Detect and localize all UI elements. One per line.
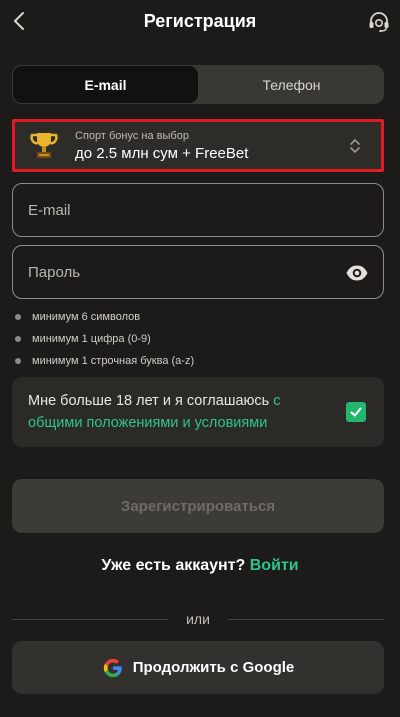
consent-checkbox[interactable] [346,402,366,422]
age-consent: Мне больше 18 лет и я соглашаюсь с общим… [12,377,384,447]
password-rules: минимум 6 символов минимум 1 цифра (0-9)… [15,306,194,372]
tab-phone[interactable]: Телефон [199,65,384,104]
bonus-caption: Спорт бонус на выбор [75,129,189,142]
login-prompt: Уже есть аккаунт? Войти [101,557,299,574]
google-button-label: Продолжить с Google [132,659,295,676]
rule-bullet [15,336,21,342]
page-title: Регистрация [143,10,257,31]
password-rule: минимум 6 символов [15,306,194,328]
back-icon [14,12,24,30]
toggle-password-button[interactable] [345,261,369,289]
password-placeholder: Пароль [28,263,81,281]
tab-email[interactable]: E-mail [12,65,199,104]
password-field[interactable]: Пароль [12,245,384,299]
password-rule: минимум 1 цифра (0-9) [15,328,194,350]
email-placeholder: E-mail [28,201,71,219]
rule-bullet [15,314,21,320]
rule-bullet [15,358,21,364]
consent-text: Мне больше 18 лет и я соглашаюсь с общим… [28,393,281,431]
support-button[interactable] [364,7,394,37]
eye-icon [346,265,368,281]
google-signin-button[interactable]: Продолжить с Google [12,641,384,694]
back-button[interactable] [4,6,34,36]
support-headset-icon [369,12,389,33]
chevron-updown-icon [350,138,360,153]
check-icon [350,407,362,417]
email-field[interactable]: E-mail [12,183,384,237]
or-divider: или [12,611,384,629]
bonus-value: до 2.5 млн сум + FreeBet [75,144,249,162]
divider-line [228,619,384,620]
auth-method-tabs: E-mail Телефон [12,65,384,104]
register-button[interactable]: Зарегистрироваться [12,479,384,533]
password-rule: минимум 1 строчная буква (a-z) [15,350,194,372]
header: Регистрация [0,0,400,42]
bonus-selector[interactable]: Спорт бонус на выбор до 2.5 млн сум + Fr… [12,119,384,172]
google-icon [103,658,122,677]
trophy-icon [30,132,58,158]
login-link[interactable]: Войти [250,557,299,574]
